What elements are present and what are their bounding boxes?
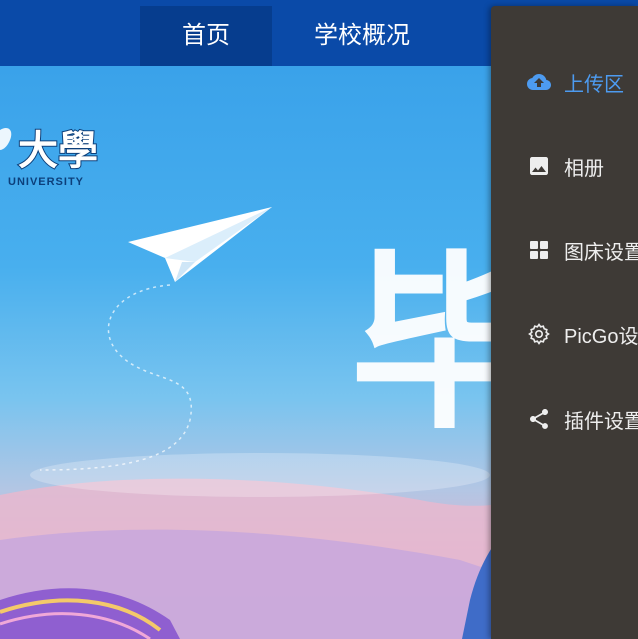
paper-plane-illustration xyxy=(128,207,272,282)
logo-english-text: UNIVERSITY xyxy=(8,176,84,188)
menu-item-picgo-settings[interactable]: PicGo设置 xyxy=(491,314,638,354)
menu-item-plugin-settings[interactable]: 插件设置 xyxy=(491,399,638,439)
menu-item-upload[interactable]: 上传区 xyxy=(491,62,638,102)
university-logo: 大學 UNIVERSITY xyxy=(0,126,99,188)
menu-item-image-host-settings-label: 图床设置 xyxy=(564,241,638,264)
menu-item-plugin-settings-label: 插件设置 xyxy=(564,410,638,433)
nav-item-home[interactable]: 首页 xyxy=(140,6,272,66)
menu-item-image-host-settings[interactable]: 图床设置 xyxy=(491,230,638,270)
menu-item-album[interactable]: 相册 xyxy=(491,146,638,186)
nav-item-school-overview[interactable]: 学校概况 xyxy=(282,6,442,66)
cloud-upload-icon xyxy=(527,70,551,94)
side-drawer-menu: 上传区 相册 图床设置 PicGo设置 xyxy=(491,6,638,639)
share-icon xyxy=(527,407,551,431)
menu-item-upload-label: 上传区 xyxy=(564,73,624,96)
menu-item-album-label: 相册 xyxy=(564,157,604,180)
image-icon xyxy=(527,154,551,178)
grid-icon xyxy=(527,238,551,262)
logo-chinese-text: 大學 xyxy=(18,127,98,174)
menu-item-picgo-settings-label: PicGo设置 xyxy=(564,325,638,348)
gear-icon xyxy=(527,322,551,346)
